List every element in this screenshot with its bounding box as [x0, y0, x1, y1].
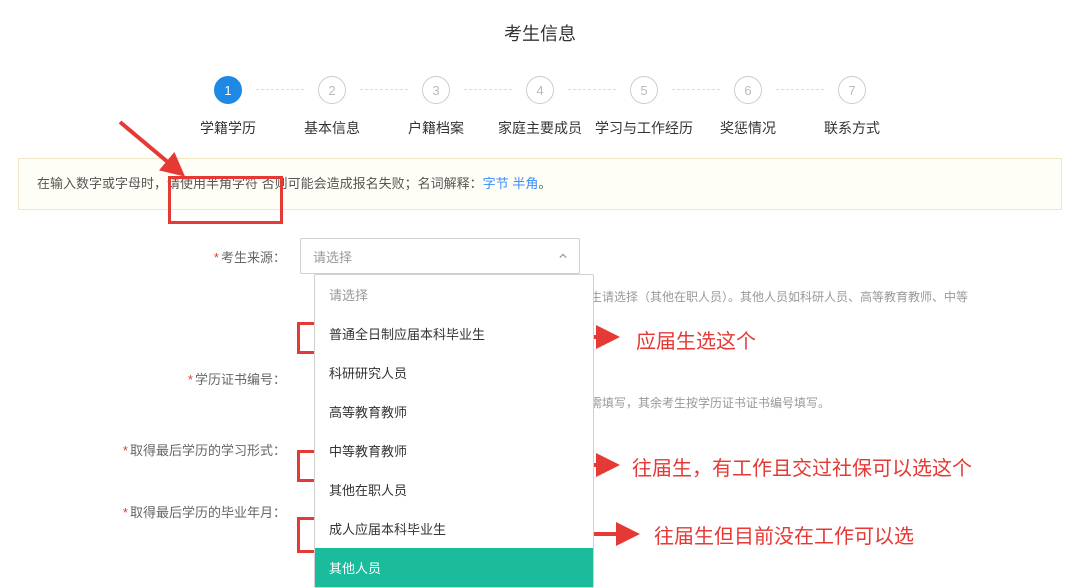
- notice-bar: 在输入数字或字母时，请使用半角字符 否则可能会造成报名失败；名词解释：字节 半角…: [18, 158, 1062, 210]
- select-source-value: 请选择: [313, 247, 352, 266]
- step-2-label: 基本信息: [304, 118, 360, 138]
- option-other-person[interactable]: 其他人员: [315, 548, 593, 587]
- step-4[interactable]: 4 家庭主要成员: [484, 76, 596, 138]
- step-2[interactable]: 2 基本信息: [276, 76, 388, 138]
- form: *考生来源： 请选择 请选择 普通全日制应届本科毕业生 科研研究人员 高等教育教…: [20, 238, 1060, 531]
- step-7-number: 7: [838, 76, 866, 104]
- option-researcher[interactable]: 科研研究人员: [315, 353, 593, 392]
- option-higher-edu-teacher[interactable]: 高等教育教师: [315, 392, 593, 431]
- step-4-number: 4: [526, 76, 554, 104]
- annotation-text-other-emp: 往届生，有工作且交过社保可以选这个: [632, 452, 972, 481]
- notice-link-byte[interactable]: 字节: [483, 176, 509, 191]
- page-title: 考生信息: [0, 0, 1080, 76]
- step-5-number: 5: [630, 76, 658, 104]
- annotation-text-fulltime: 应届生选这个: [636, 325, 756, 354]
- helper-cert: 需填写，其余考生按学历证书证书编号填写。: [590, 394, 1060, 413]
- notice-part1: 在输入数字或字母时，: [37, 176, 167, 191]
- notice-period: 。: [538, 176, 551, 191]
- step-3[interactable]: 3 户籍档案: [380, 76, 492, 138]
- step-5[interactable]: 5 学习与工作经历: [588, 76, 700, 138]
- label-study-form: *取得最后学历的学习形式：: [20, 431, 300, 459]
- step-7-label: 联系方式: [824, 118, 880, 138]
- step-1-number: 1: [214, 76, 242, 104]
- notice-link-halfwidth[interactable]: 半角: [512, 176, 538, 191]
- step-6-label: 奖惩情况: [720, 118, 776, 138]
- option-fulltime-undergrad[interactable]: 普通全日制应届本科毕业生: [315, 314, 593, 353]
- step-1-label: 学籍学历: [200, 118, 256, 138]
- step-7[interactable]: 7 联系方式: [796, 76, 908, 138]
- option-adult-undergrad[interactable]: 成人应届本科毕业生: [315, 509, 593, 548]
- label-grad-date: *取得最后学历的毕业年月：: [20, 493, 300, 521]
- step-4-label: 家庭主要成员: [498, 118, 582, 138]
- chevron-up-icon: [559, 252, 567, 260]
- step-5-label: 学习与工作经历: [595, 118, 693, 138]
- step-6[interactable]: 6 奖惩情况: [692, 76, 804, 138]
- stepper: 1 学籍学历 2 基本信息 3 户籍档案 4 家庭主要成员 5 学习与工作经历 …: [60, 76, 1020, 138]
- step-3-label: 户籍档案: [408, 118, 464, 138]
- step-1[interactable]: 1 学籍学历: [172, 76, 284, 138]
- step-6-number: 6: [734, 76, 762, 104]
- row-source: *考生来源： 请选择 请选择 普通全日制应届本科毕业生 科研研究人员 高等教育教…: [20, 238, 1060, 276]
- dropdown-source: 请选择 普通全日制应届本科毕业生 科研研究人员 高等教育教师 中等教育教师 其他…: [314, 274, 594, 588]
- option-mid-edu-teacher[interactable]: 中等教育教师: [315, 431, 593, 470]
- label-cert: *学历证书编号：: [20, 360, 300, 388]
- step-2-number: 2: [318, 76, 346, 104]
- label-source: *考生来源：: [20, 238, 300, 266]
- notice-part3: 否则可能会造成报名失败；名词解释：: [262, 176, 483, 191]
- option-placeholder[interactable]: 请选择: [315, 275, 593, 314]
- helper-source: 生请选择（其他在职人员）。其他人员如科研人员、高等教育教师、中等: [590, 288, 1060, 307]
- select-source[interactable]: 请选择: [300, 238, 580, 274]
- notice-part2: 请使用半角字符: [167, 176, 258, 191]
- step-3-number: 3: [422, 76, 450, 104]
- option-other-employed[interactable]: 其他在职人员: [315, 470, 593, 509]
- annotation-text-other: 往届生但目前没在工作可以选: [654, 520, 914, 549]
